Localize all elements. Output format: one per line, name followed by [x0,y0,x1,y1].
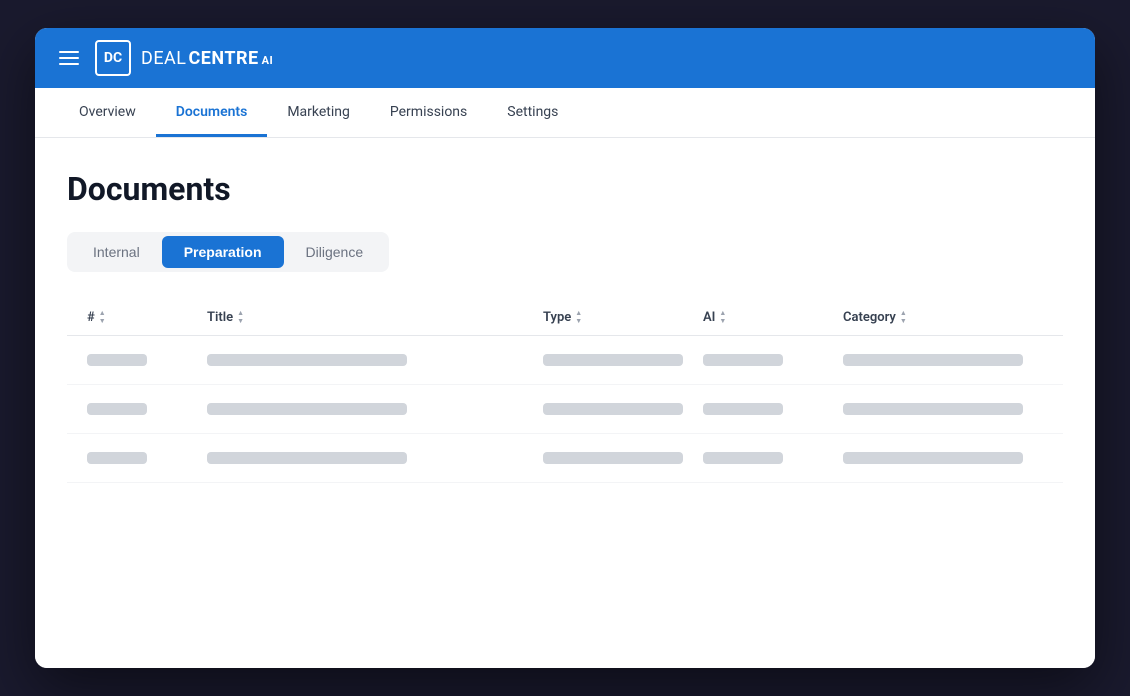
sort-category-icon [900,310,907,325]
tab-documents[interactable]: Documents [156,88,268,137]
skeleton-category [843,452,1023,464]
navbar: DC DEALCENTRE AI [35,28,1095,88]
sort-title-icon [237,310,244,325]
menu-button[interactable] [59,51,79,65]
skeleton-number [87,452,147,464]
skeleton-ai [703,403,783,415]
skeleton-ai [703,354,783,366]
tab-permissions[interactable]: Permissions [370,88,487,137]
skeleton-title [207,354,407,366]
skeleton-number [87,354,147,366]
logo-deal: DEAL [141,48,186,69]
filter-tabs: Internal Preparation Diligence [67,232,389,272]
filter-preparation[interactable]: Preparation [162,236,284,268]
logo: DC DEALCENTRE AI [95,40,273,76]
skeleton-title [207,403,407,415]
col-category[interactable]: Category [843,310,1043,325]
table-header: # Title Type AI Category [67,300,1063,336]
main-content: Documents Internal Preparation Diligence… [35,138,1095,668]
page-title: Documents [67,170,1063,208]
skeleton-type [543,354,683,366]
table-row [67,385,1063,434]
skeleton-category [843,403,1023,415]
skeleton-ai [703,452,783,464]
tab-overview[interactable]: Overview [59,88,156,137]
col-number[interactable]: # [87,310,207,325]
documents-table: # Title Type AI Category [67,300,1063,483]
col-ai[interactable]: AI [703,310,843,325]
col-type[interactable]: Type [543,310,703,325]
tab-marketing[interactable]: Marketing [267,88,370,137]
sort-type-icon [575,310,582,325]
sort-ai-icon [719,310,726,325]
filter-diligence[interactable]: Diligence [284,236,386,268]
tab-settings[interactable]: Settings [487,88,578,137]
browser-window: DC DEALCENTRE AI Overview Documents Marke… [35,28,1095,668]
skeleton-title [207,452,407,464]
tab-navigation: Overview Documents Marketing Permissions… [35,88,1095,138]
skeleton-category [843,354,1023,366]
logo-ai: AI [262,54,274,67]
col-title[interactable]: Title [207,310,543,325]
skeleton-type [543,452,683,464]
logo-box: DC [95,40,131,76]
filter-internal[interactable]: Internal [71,236,162,268]
sort-number-icon [99,310,106,325]
skeleton-type [543,403,683,415]
table-row [67,434,1063,483]
logo-centre: CENTRE [188,48,258,69]
skeleton-number [87,403,147,415]
logo-text: DEALCENTRE AI [141,48,273,69]
table-row [67,336,1063,385]
